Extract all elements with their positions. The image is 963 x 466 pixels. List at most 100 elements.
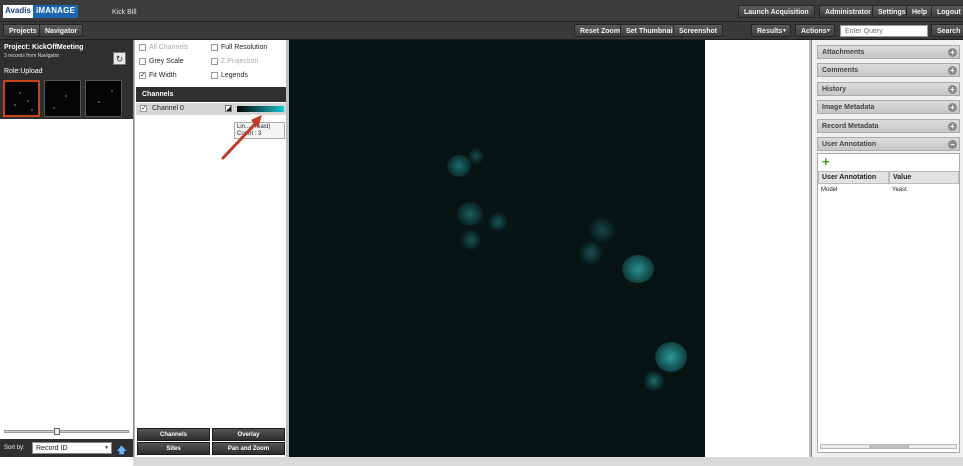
user-annotation-panel: + User Annotation Value Model Yeast [817,153,960,453]
channel-name: Channel 0 [152,105,184,112]
attachments-section[interactable]: Attachments + [817,45,960,59]
top-bar: Avadis iMANAGE Kick Bill Launch Acquisit… [0,0,963,22]
overlay-tab-button[interactable]: Overlay [212,428,285,441]
navigator-button[interactable]: Navigator [39,24,84,37]
section-label: User Annotation [822,141,877,148]
annotation-arrow-icon [221,115,262,160]
option-label: Grey Scale [149,58,184,65]
refresh-icon[interactable]: ↻ [113,52,126,65]
checkbox[interactable] [211,72,218,79]
thumbnail-1[interactable] [3,80,40,117]
image-metadata-section[interactable]: Image Metadata + [817,100,960,114]
help-button[interactable]: Help [906,5,934,18]
all-channels-option[interactable]: All Channels [139,44,188,51]
thumbnail-2[interactable] [44,80,81,117]
project-role: Role:Upload [4,68,43,75]
cell-blob [579,240,603,266]
option-label: Z Projection [221,58,259,65]
section-label: History [822,86,847,93]
checkbox[interactable] [211,58,218,65]
cell-blob [655,342,687,372]
table-header: Value [889,171,959,184]
channels-heading: Channels [136,87,286,102]
expand-icon[interactable]: + [948,66,957,75]
current-user: Kick Bill [112,9,137,16]
logout-button[interactable]: Logout [931,5,963,18]
sites-tab-button[interactable]: Sites [137,442,210,455]
grey-scale-option[interactable]: Grey Scale [139,58,184,65]
viewer-blank-area [705,40,809,457]
expand-icon[interactable]: + [948,103,957,112]
checkbox[interactable] [139,58,146,65]
thumbnail-3[interactable] [85,80,122,117]
section-label: Image Metadata [822,104,875,111]
screenshot-button[interactable]: Screenshot [673,24,724,37]
cell-blob [457,202,483,226]
pan-zoom-tab-button[interactable]: Pan and Zoom [212,442,285,455]
chevron-down-icon: ▼ [104,445,109,451]
actions-dropdown[interactable]: Actions ▼ [795,24,835,37]
search-button[interactable]: Search [931,24,963,37]
expand-icon[interactable]: + [948,48,957,57]
section-label: Comments [822,67,859,74]
sort-select[interactable]: Record ID ▼ [32,442,112,454]
set-thumbnail-button[interactable]: Set Thumbnail [620,24,681,37]
option-label: All Channels [149,44,189,51]
image-viewer[interactable] [289,40,705,457]
search-input[interactable] [840,25,928,37]
reset-zoom-button[interactable]: Reset Zoom [574,24,627,37]
project-title: Project: KickOffMeeting [4,44,84,51]
add-icon[interactable]: + [822,155,832,168]
user-annotation-section[interactable]: User Annotation − [817,137,960,151]
expand-icon[interactable]: + [948,122,957,131]
cell-blob [467,148,485,164]
sort-bar: Sort by: Record ID ▼ 🡅 [0,439,133,457]
legends-option[interactable]: Legends [211,72,248,79]
actions-label: Actions [801,28,827,35]
history-section[interactable]: History + [817,82,960,96]
chevron-down-icon: ▼ [782,28,787,34]
option-label: Fit Width [149,72,177,79]
thumbnail-area [0,120,133,466]
channel-checkbox[interactable]: ✓ [140,105,147,112]
full-resolution-option[interactable]: Full Resolution [211,44,267,51]
section-label: Record Metadata [822,123,879,130]
thumbnail-size-slider[interactable] [4,428,129,435]
z-projection-option[interactable]: Z Projection [211,58,258,65]
app-logo: Avadis iMANAGE [3,5,79,18]
channels-tab-button[interactable]: Channels [137,428,210,441]
table-cell-value[interactable]: Yeast [889,185,959,196]
checkbox-checked[interactable]: ✓ [139,72,146,79]
launch-acquisition-button[interactable]: Launch Acquisition [738,5,815,18]
cell-blob [643,370,665,392]
table-cell-key[interactable]: Model [818,185,889,196]
projects-button[interactable]: Projects [3,24,43,37]
section-label: Attachments [822,49,865,56]
record-metadata-section[interactable]: Record Metadata + [817,119,960,133]
slider-handle[interactable] [54,428,60,435]
collapse-icon[interactable]: − [948,140,957,149]
checkbox[interactable] [139,44,146,51]
scrollbar-thumb[interactable] [869,445,909,448]
option-label: Legends [221,72,248,79]
channels-panel: All Channels Full Resolution Grey Scale … [135,40,287,457]
project-panel: Project: KickOffMeeting 3 records from N… [0,40,134,466]
fit-width-option[interactable]: ✓ Fit Width [139,72,177,79]
results-dropdown[interactable]: Results ▼ [751,24,791,37]
administrator-button[interactable]: Administrator [819,5,877,18]
option-label: Full Resolution [221,44,268,51]
table-header: User Annotation [818,171,889,184]
logo-right: iMANAGE [32,5,79,18]
checkbox[interactable] [211,44,218,51]
toolbar: Projects Navigator Reset Zoom Set Thumbn… [0,22,963,40]
comments-section[interactable]: Comments + [817,63,960,77]
sort-value: Record ID [36,445,68,452]
cell-blob [622,255,654,283]
expand-icon[interactable]: + [948,85,957,94]
chevron-down-icon: ▼ [826,28,831,34]
results-label: Results [757,28,783,35]
logo-left: Avadis [3,5,33,18]
horizontal-scrollbar[interactable] [820,444,957,449]
info-panel: Attachments + Comments + History + Image… [811,40,963,457]
sort-label: Sort by: [4,445,25,451]
